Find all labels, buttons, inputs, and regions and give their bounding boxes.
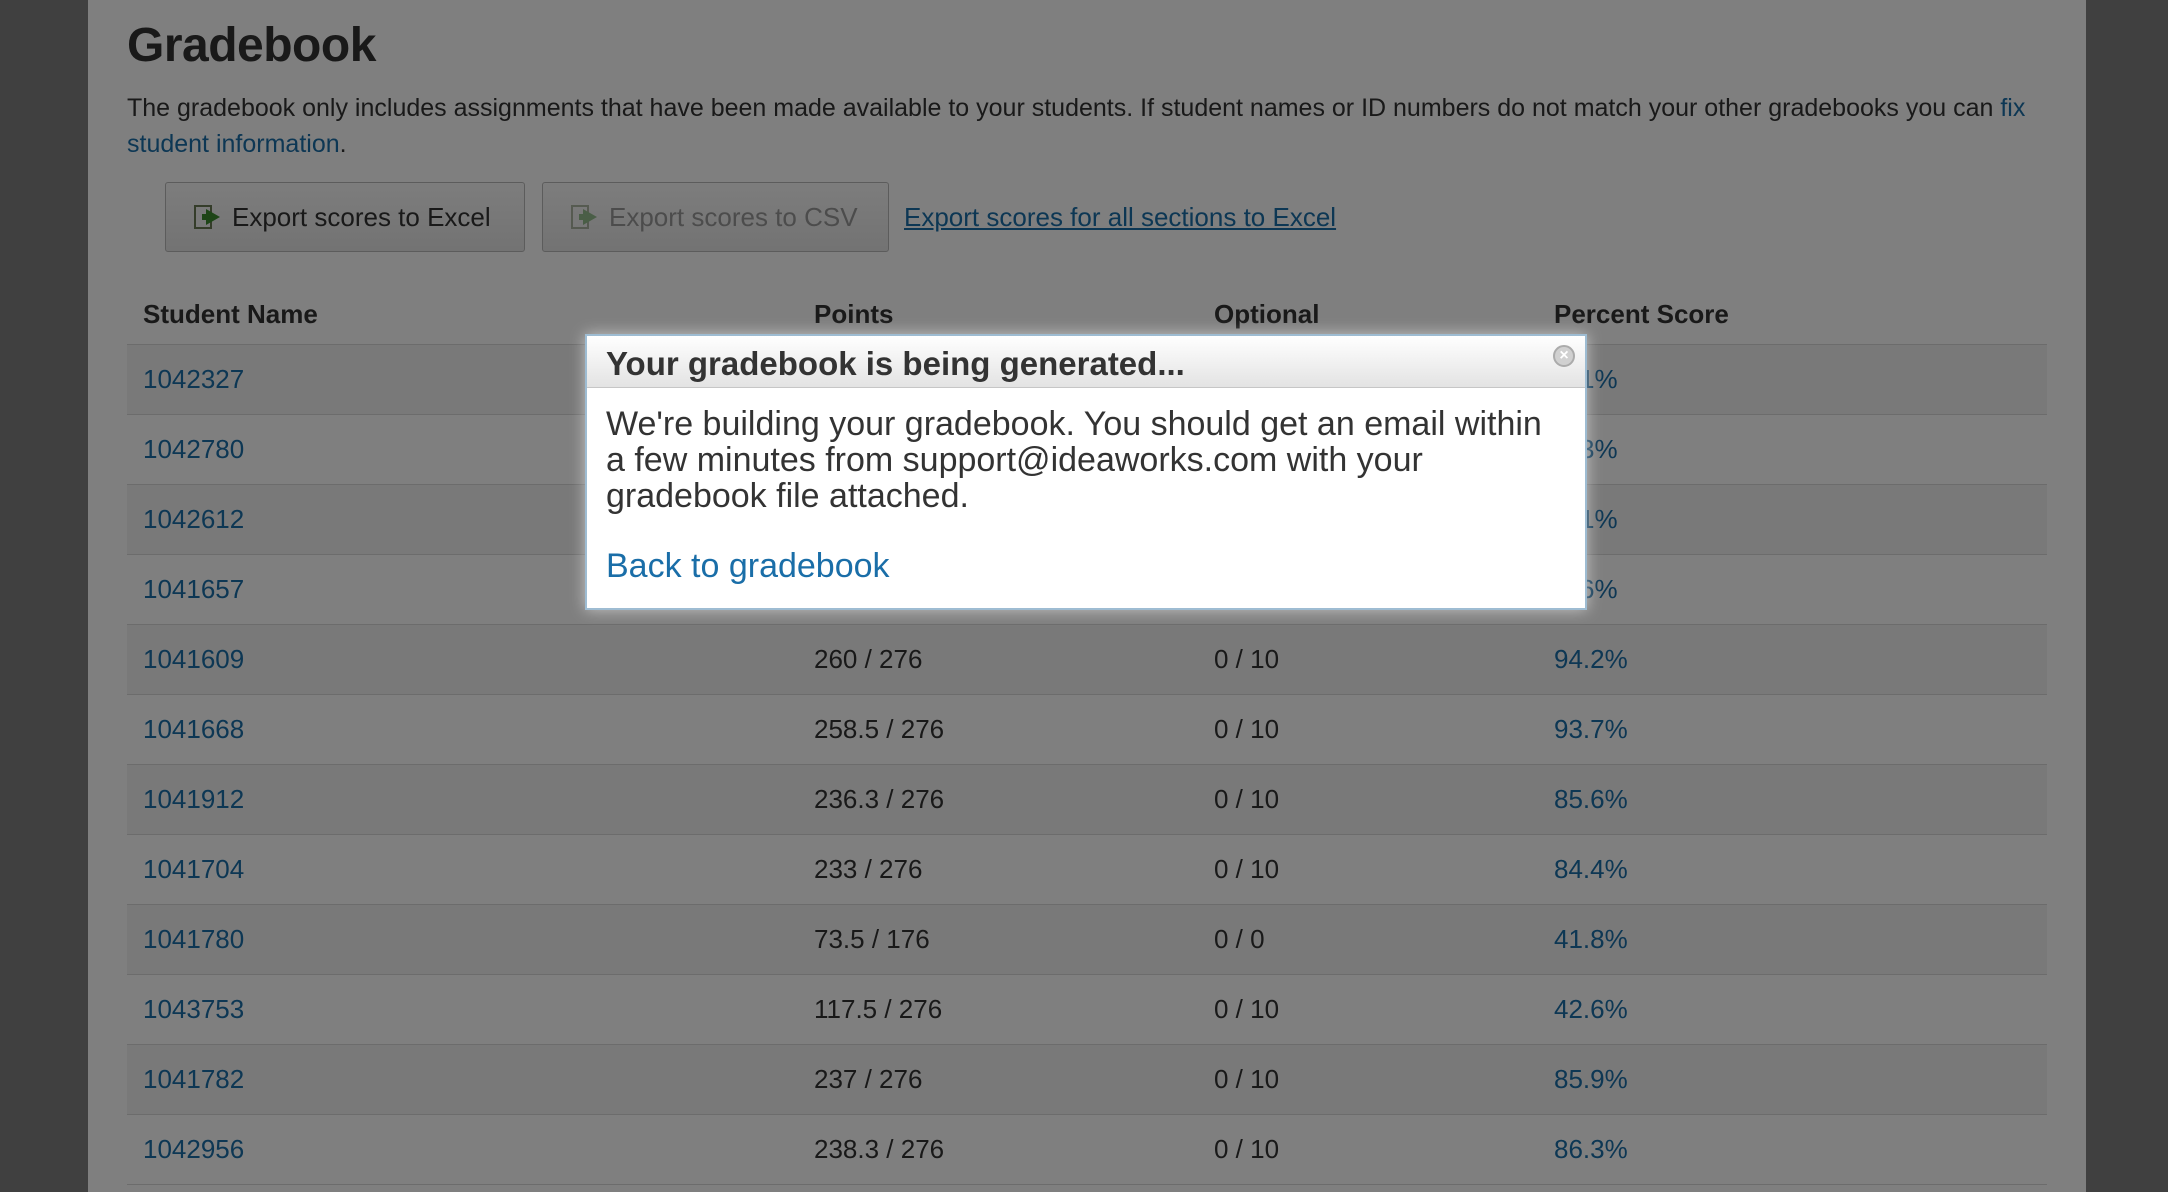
gradebook-generating-dialog: Your gradebook is being generated... × W… <box>585 334 1587 610</box>
close-icon[interactable]: × <box>1553 345 1575 367</box>
dialog-header: Your gradebook is being generated... × <box>587 336 1585 388</box>
dialog-body: We're building your gradebook. You shoul… <box>587 388 1585 584</box>
dialog-title: Your gradebook is being generated... <box>606 345 1185 382</box>
dialog-message: We're building your gradebook. You shoul… <box>606 405 1542 515</box>
back-to-gradebook-link[interactable]: Back to gradebook <box>606 548 890 584</box>
